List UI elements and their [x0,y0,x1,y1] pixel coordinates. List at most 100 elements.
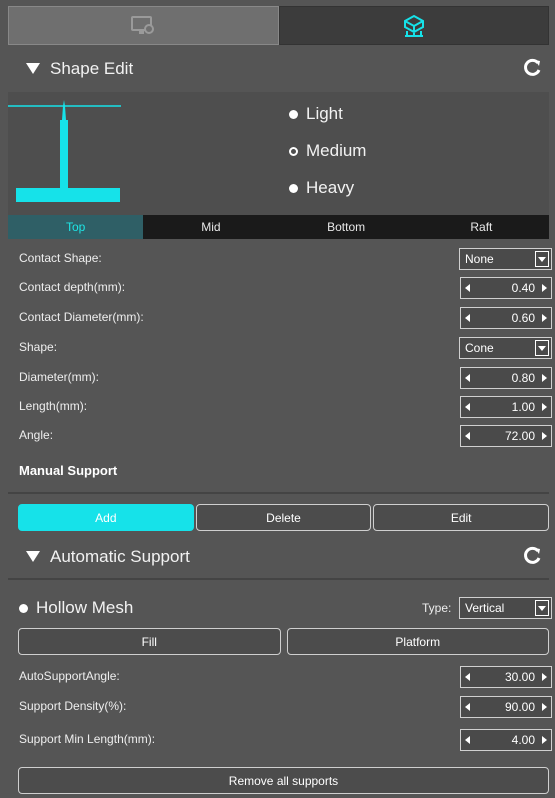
length-spinbox[interactable]: 1.00 [460,396,552,418]
chevron-down-icon[interactable] [535,340,549,356]
increment-arrow-icon[interactable] [542,403,547,411]
manual-support-title: Manual Support [19,463,118,478]
tab-top[interactable]: Top [8,215,144,239]
contact-diameter-row: Contact Diameter(mm): 0.60 [8,303,552,332]
support-min-length-row: Support Min Length(mm): 4.00 [8,725,552,754]
auto-support-angle-value: 30.00 [504,670,535,684]
collapse-triangle-icon[interactable] [26,551,40,562]
increment-arrow-icon[interactable] [542,432,547,440]
type-select[interactable]: Vertical [459,597,552,619]
shape-edit-title: Shape Edit [50,58,134,78]
divider [8,492,549,494]
contact-diameter-value: 0.60 [511,311,535,325]
support-density-value: 90.00 [504,700,535,714]
support-density-spinbox[interactable]: 90.00 [460,696,552,718]
increment-arrow-icon[interactable] [542,703,547,711]
support-density-row: Support Density(%): 90.00 [8,692,552,721]
increment-arrow-icon[interactable] [542,284,547,292]
delete-button[interactable]: Delete [195,504,372,531]
refresh-icon[interactable] [521,57,543,79]
radio-indicator [289,146,298,156]
angle-label: Angle: [19,428,54,442]
shape-label: Shape: [19,340,58,354]
auto-support-angle-row: AutoSupportAngle: 30.00 [8,662,552,691]
support-shape-preview [8,100,121,202]
diameter-value: 0.80 [511,371,535,385]
length-value: 1.00 [511,400,535,414]
radio-indicator [289,183,298,193]
radio-heavy-label: Heavy [306,178,355,197]
hollow-mesh-label: Hollow Mesh [36,598,134,617]
shape-row: Shape: Cone [8,333,552,362]
support-min-length-label: Support Min Length(mm): [19,732,156,746]
radio-light-label: Light [306,104,343,123]
decrement-arrow-icon[interactable] [465,374,470,382]
auto-support-angle-spinbox[interactable]: 30.00 [460,666,552,688]
type-value: Vertical [465,601,505,615]
monitor-gear-icon [131,15,155,34]
support-cube-icon [403,14,424,37]
contact-shape-row: Contact Shape: None [8,244,552,273]
radio-light[interactable]: Light [289,104,343,124]
contact-diameter-label: Contact Diameter(mm): [19,310,144,324]
contact-diameter-spinbox[interactable]: 0.60 [460,307,552,329]
chevron-down-icon[interactable] [535,251,549,267]
diameter-spinbox[interactable]: 0.80 [460,367,552,389]
add-button[interactable]: Add [18,504,194,531]
edit-button[interactable]: Edit [373,504,550,531]
support-min-length-spinbox[interactable]: 4.00 [460,729,552,751]
support-density-label: Support Density(%): [19,699,127,713]
shape-select[interactable]: Cone [459,337,552,359]
tab-raft[interactable]: Raft [413,215,549,239]
increment-arrow-icon[interactable] [542,374,547,382]
hollow-mesh-option[interactable]: Hollow Mesh [19,598,133,618]
refresh-icon[interactable] [521,545,543,567]
decrement-arrow-icon[interactable] [465,403,470,411]
contact-depth-spinbox[interactable]: 0.40 [460,277,552,299]
automatic-support-title: Automatic Support [50,546,190,566]
decrement-arrow-icon[interactable] [465,314,470,322]
manual-support-buttons: Add Delete Edit [18,504,550,531]
decrement-arrow-icon[interactable] [465,432,470,440]
contact-depth-row: Contact depth(mm): 0.40 [8,273,552,302]
diameter-row: Diameter(mm): 0.80 [8,363,552,392]
collapse-triangle-icon[interactable] [26,63,40,74]
contact-depth-label: Contact depth(mm): [19,280,126,294]
tab-bottom[interactable]: Bottom [278,215,414,239]
shape-edit-header[interactable]: Shape Edit [8,46,549,91]
angle-value: 72.00 [504,429,535,443]
decrement-arrow-icon[interactable] [465,673,470,681]
fill-platform-buttons: Fill Platform [18,628,549,655]
divider [8,578,549,580]
decrement-arrow-icon[interactable] [465,284,470,292]
diameter-label: Diameter(mm): [19,370,99,384]
tab-mid[interactable]: Mid [143,215,279,239]
fill-button[interactable]: Fill [18,628,281,655]
radio-indicator [19,603,28,613]
angle-spinbox[interactable]: 72.00 [460,425,552,447]
contact-shape-select[interactable]: None [459,248,552,270]
platform-button[interactable]: Platform [286,628,549,655]
contact-shape-value: None [465,252,494,266]
length-label: Length(mm): [19,399,88,413]
decrement-arrow-icon[interactable] [465,736,470,744]
auto-support-angle-label: AutoSupportAngle: [19,669,120,683]
radio-medium-label: Medium [306,141,367,160]
increment-arrow-icon[interactable] [542,314,547,322]
chevron-down-icon[interactable] [535,600,549,616]
type-label: Type: [422,601,452,615]
shape-value: Cone [465,341,494,355]
angle-row: Angle: 72.00 [8,421,552,450]
radio-medium[interactable]: Medium [289,141,366,161]
contact-depth-value: 0.40 [511,281,535,295]
tab-support[interactable] [278,6,549,45]
remove-all-supports-button[interactable]: Remove all supports [18,767,549,794]
decrement-arrow-icon[interactable] [465,703,470,711]
tab-print-settings[interactable] [8,6,279,45]
increment-arrow-icon[interactable] [542,673,547,681]
increment-arrow-icon[interactable] [542,736,547,744]
contact-shape-label: Contact Shape: [19,251,102,265]
automatic-support-header[interactable]: Automatic Support [8,534,549,579]
support-part-tabs: Top Mid Bottom Raft [8,215,549,239]
radio-heavy[interactable]: Heavy [289,178,354,198]
